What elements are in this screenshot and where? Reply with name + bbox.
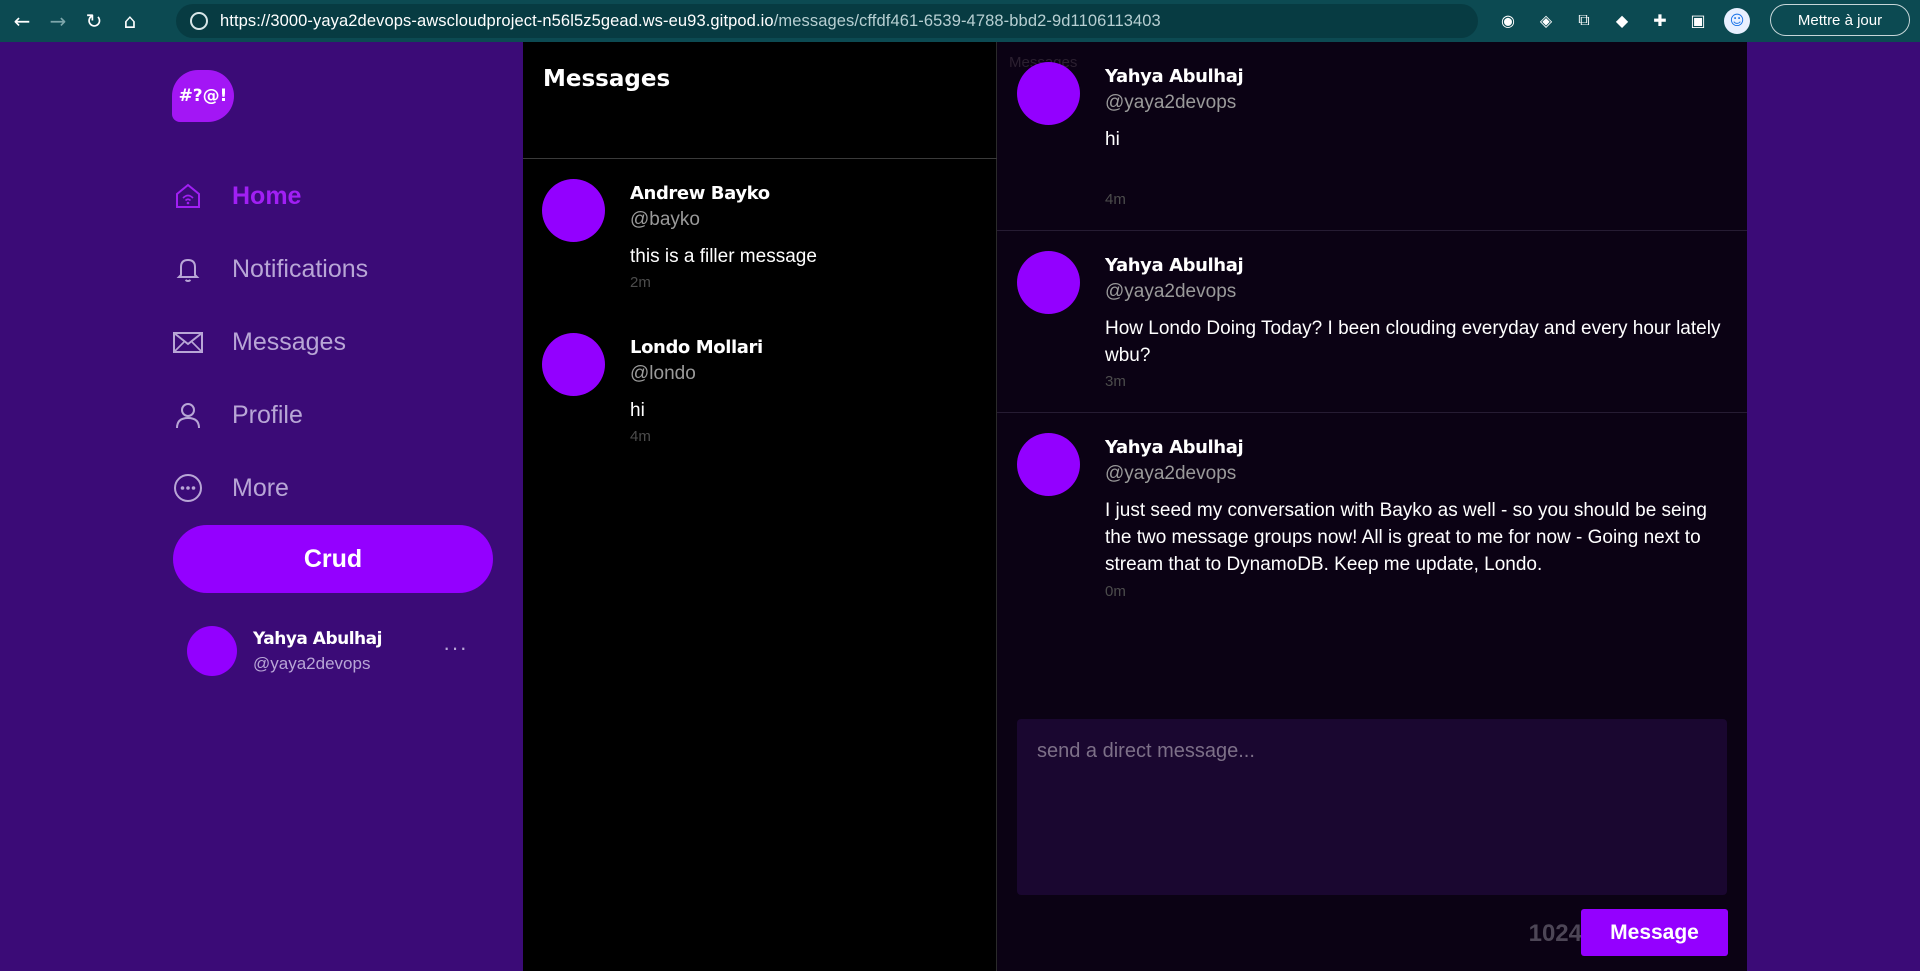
avatar — [542, 179, 605, 242]
message-group-item[interactable]: Andrew Bayko @bayko this is a filler mes… — [523, 179, 997, 329]
message-author: Yahya Abulhaj — [1105, 437, 1244, 458]
forward-icon[interactable]: → — [44, 7, 72, 35]
address-bar[interactable]: https://3000-yaya2devops-awscloudproject… — [176, 4, 1478, 38]
divider — [523, 158, 997, 159]
message-time: 0m — [1105, 583, 1126, 600]
avatar — [542, 333, 605, 396]
url-host: https://3000-yaya2devops-awscloudproject… — [220, 11, 774, 30]
message-author: Yahya Abulhaj — [1105, 255, 1244, 276]
message-author: Yahya Abulhaj — [1105, 66, 1244, 87]
avatar — [187, 626, 237, 676]
message-item: Yahya Abulhaj @yaya2devops I just seed m… — [997, 413, 1747, 613]
reload-icon[interactable]: ↻ — [80, 7, 108, 35]
conversation-panel: Messages Yahya Abulhaj @yaya2devops hi 4… — [997, 42, 1747, 971]
group-preview: hi — [630, 400, 645, 421]
group-time: 4m — [630, 428, 651, 445]
profile-avatar-icon[interactable]: ☺ — [1724, 8, 1750, 34]
nav-more[interactable]: More — [172, 466, 289, 510]
nav-more-label: More — [232, 473, 289, 502]
group-preview: this is a filler message — [630, 246, 817, 267]
character-counter: 1024 — [1528, 920, 1582, 947]
message-text: How Londo Doing Today? I been clouding e… — [1105, 318, 1721, 366]
message-item: Yahya Abulhaj @yaya2devops How Londo Doi… — [997, 231, 1747, 413]
home-page-icon[interactable]: ⌂ — [116, 7, 144, 35]
url-text[interactable]: https://3000-yaya2devops-awscloudproject… — [220, 12, 1161, 31]
update-button[interactable]: Mettre à jour — [1770, 4, 1910, 36]
message-handle: @yaya2devops — [1105, 92, 1237, 113]
nav-home-label: Home — [232, 181, 302, 210]
nav-messages[interactable]: Messages — [172, 320, 346, 364]
nav-messages-label: Messages — [232, 327, 346, 356]
group-handle: @londo — [630, 363, 696, 384]
bell-icon — [172, 253, 204, 285]
home-icon — [172, 180, 204, 212]
nav-notifications[interactable]: Notifications — [172, 247, 368, 291]
mail-icon — [172, 326, 204, 358]
message-item: Yahya Abulhaj @yaya2devops hi 4m — [997, 42, 1747, 231]
app-sidebar: #?@! Home Notifications Messages Profile… — [0, 42, 523, 971]
profile-handle: @yaya2devops — [253, 654, 371, 673]
user-icon — [172, 399, 204, 431]
message-handle: @yaya2devops — [1105, 463, 1237, 484]
nav-profile-label: Profile — [232, 400, 303, 429]
group-handle: @bayko — [630, 209, 700, 230]
send-message-button[interactable]: Message — [1581, 909, 1728, 956]
avatar — [1017, 433, 1080, 496]
message-text: hi — [1105, 129, 1120, 150]
screenshot-icon[interactable]: ⧉ — [1572, 8, 1596, 32]
browser-toolbar: ← → ↻ ⌂ https://3000-yaya2devops-awsclou… — [0, 0, 1920, 42]
avatar — [1017, 251, 1080, 314]
profile-more-button[interactable]: ··· — [443, 635, 468, 661]
direct-message-input[interactable] — [1017, 719, 1727, 895]
nav-home[interactable]: Home — [172, 174, 301, 218]
extension-icons: ◉ ◈ ⧉ ◆ ✚ ▣ ☺ — [1496, 8, 1750, 34]
more-circle-icon — [172, 472, 204, 504]
profile-name: Yahya Abulhaj — [253, 629, 382, 649]
app-logo[interactable]: #?@! — [172, 70, 234, 122]
extension-diamond-icon[interactable]: ◆ — [1610, 8, 1634, 32]
message-handle: @yaya2devops — [1105, 281, 1237, 302]
group-time: 2m — [630, 274, 651, 291]
side-panel-icon[interactable]: ▣ — [1686, 8, 1710, 32]
extension-shield-icon[interactable]: ◈ — [1534, 8, 1558, 32]
profile-card[interactable]: Yahya Abulhaj @yaya2devops ··· — [187, 623, 487, 683]
message-text: I just seed my conversation with Bayko a… — [1105, 500, 1707, 575]
right-gutter — [1747, 42, 1920, 971]
message-time: 3m — [1105, 373, 1126, 390]
message-groups-panel: Messages Andrew Bayko @bayko this is a f… — [523, 42, 997, 971]
avatar — [1017, 62, 1080, 125]
extension-record-icon[interactable]: ◉ — [1496, 8, 1520, 32]
message-time: 4m — [1105, 191, 1126, 208]
url-path: /messages/cffdf461-6539-4788-bbd2-9d1106… — [773, 11, 1161, 30]
message-group-item[interactable]: Londo Mollari @londo hi 4m — [523, 333, 997, 483]
crud-button[interactable]: Crud — [173, 525, 493, 593]
page-title: Messages — [543, 66, 671, 92]
nav-profile[interactable]: Profile — [172, 393, 303, 437]
group-name: Andrew Bayko — [630, 183, 770, 204]
extensions-puzzle-icon[interactable]: ✚ — [1648, 8, 1672, 32]
group-name: Londo Mollari — [630, 337, 763, 358]
back-icon[interactable]: ← — [8, 7, 36, 35]
site-info-icon[interactable] — [190, 12, 208, 30]
nav-notifications-label: Notifications — [232, 254, 369, 283]
